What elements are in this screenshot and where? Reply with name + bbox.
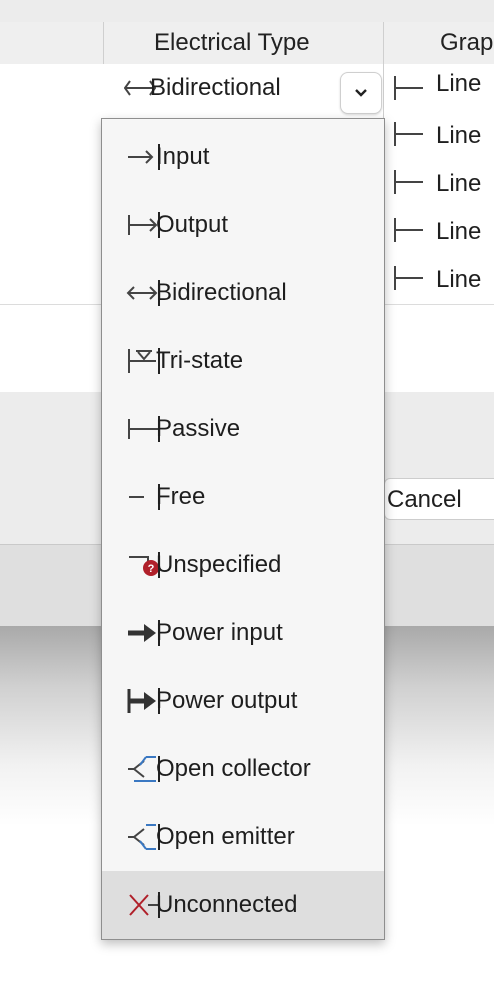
line-style-icon <box>392 76 424 100</box>
table-header: Electrical Type Grap <box>0 22 494 65</box>
graphic-style-value: Line <box>436 218 482 245</box>
electrical-type-value: Bidirectional <box>150 74 281 101</box>
dropdown-option-power-output[interactable]: Power output <box>102 667 384 735</box>
dropdown-option-open-collector[interactable]: Open collector <box>102 735 384 803</box>
graphic-style-value: Line <box>436 170 482 197</box>
chevron-down-icon <box>355 89 367 97</box>
column-divider[interactable] <box>103 22 104 64</box>
graphic-style-value: Line <box>436 122 482 149</box>
column-header-graphic-style[interactable]: Grap <box>440 22 493 64</box>
dropdown-option-bidirectional[interactable]: Bidirectional <box>102 259 384 327</box>
dropdown-option-open-emitter[interactable]: Open emitter <box>102 803 384 871</box>
line-style-icon <box>392 170 424 194</box>
dropdown-option-unspecified[interactable]: ? Unspecified <box>102 531 384 599</box>
svg-text:?: ? <box>148 563 155 575</box>
line-style-icon <box>392 266 424 290</box>
graphic-style-value: Line <box>436 266 482 293</box>
line-style-icon <box>392 122 424 146</box>
dropdown-option-passive[interactable]: Passive <box>102 395 384 463</box>
dropdown-option-free[interactable]: Free <box>102 463 384 531</box>
line-style-icon <box>392 218 424 242</box>
dropdown-option-tristate[interactable]: Tri-state <box>102 327 384 395</box>
dropdown-option-output[interactable]: Output <box>102 191 384 259</box>
electrical-type-dropdown-list[interactable]: Input Output Bidirectional Tri-state Pas… <box>101 118 385 940</box>
graphic-style-value: Line <box>436 70 482 97</box>
electrical-type-dropdown-button[interactable] <box>340 72 382 114</box>
table-row[interactable]: Bidirectional Line <box>0 64 494 113</box>
cancel-button[interactable]: Cancel <box>384 478 494 520</box>
dropdown-option-input[interactable]: Input <box>102 123 384 191</box>
column-header-electrical-type[interactable]: Electrical Type <box>154 22 310 64</box>
dropdown-option-unconnected[interactable]: Unconnected <box>102 871 384 939</box>
top-strip <box>0 0 494 23</box>
dropdown-option-power-input[interactable]: Power input <box>102 599 384 667</box>
